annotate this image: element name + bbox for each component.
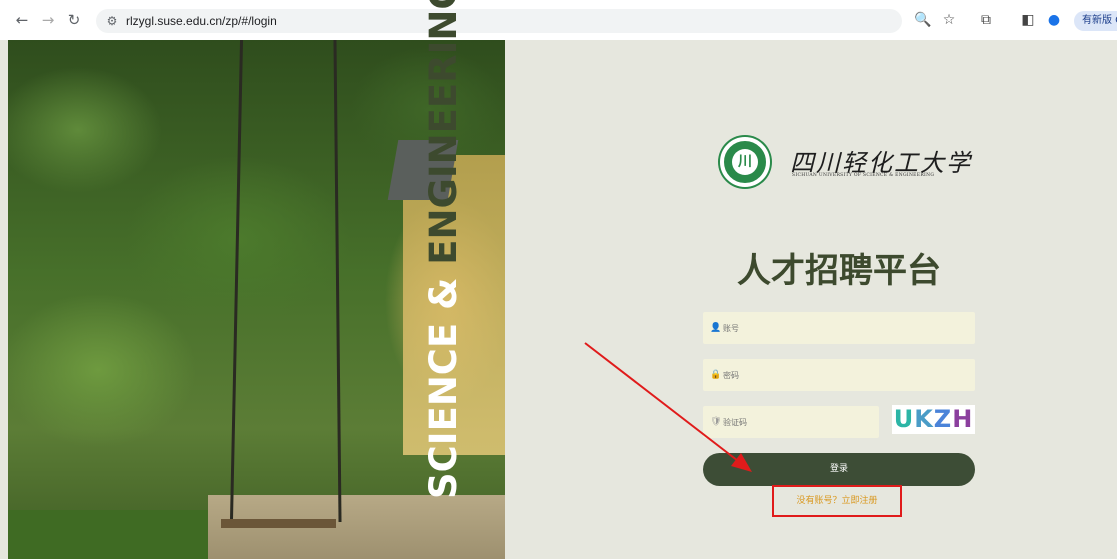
profile-avatar-icon[interactable]: ● <box>1045 11 1063 29</box>
extensions-icon[interactable]: ⧉ <box>977 11 995 29</box>
hero-text-science: SCIENCE & <box>422 264 465 499</box>
annotation-highlight-box <box>772 485 902 517</box>
captcha-char: K <box>914 405 934 433</box>
university-emblem-icon: 川 <box>720 137 770 187</box>
swing-rope-left <box>229 40 244 522</box>
update-chrome-button[interactable]: 有新版 Chrome <box>1074 11 1117 31</box>
hero-vertical-text: SCIENCE & ENGINEERING <box>409 0 479 499</box>
account-input[interactable] <box>723 312 963 344</box>
password-input[interactable] <box>723 359 963 391</box>
shield-icon: 🛡 <box>710 417 722 427</box>
address-bar[interactable]: ⚙ rlzygl.suse.edu.cn/zp/#/login <box>96 9 902 33</box>
captcha-char: H <box>952 405 974 433</box>
account-field[interactable]: 👤 <box>703 312 975 344</box>
captcha-field[interactable]: 🛡 <box>703 406 879 438</box>
bookmark-star-icon[interactable]: ☆ <box>940 11 958 29</box>
hero-text-engineering: ENGINEERING <box>422 0 465 265</box>
url-text: rlzygl.suse.edu.cn/zp/#/login <box>126 14 277 28</box>
swing-rope-right <box>333 40 342 523</box>
browser-toolbar: ← → ↻ ⚙ rlzygl.suse.edu.cn/zp/#/login 🔍 … <box>0 0 1117 40</box>
zoom-icon[interactable]: 🔍 <box>914 11 932 29</box>
lock-icon: 🔒 <box>710 370 722 380</box>
captcha-char: U <box>893 405 915 433</box>
page-title: 人才招聘平台 <box>737 251 941 291</box>
login-button[interactable]: 登录 <box>703 453 975 486</box>
side-panel-icon[interactable]: ◧ <box>1019 11 1037 29</box>
forward-icon[interactable]: → <box>38 10 58 30</box>
password-field[interactable]: 🔒 <box>703 359 975 391</box>
university-name-en: SICHUAN UNIVERSITY OF SCIENCE & ENGINEER… <box>792 173 935 178</box>
back-icon[interactable]: ← <box>12 10 32 30</box>
captcha-input[interactable] <box>723 406 873 438</box>
swing-seat <box>221 519 336 528</box>
site-settings-icon[interactable]: ⚙ <box>104 13 120 29</box>
captcha-char: Z <box>933 405 953 433</box>
user-icon: 👤 <box>710 323 722 333</box>
captcha-image[interactable]: UKZH <box>892 405 975 434</box>
reload-icon[interactable]: ↻ <box>64 10 84 30</box>
